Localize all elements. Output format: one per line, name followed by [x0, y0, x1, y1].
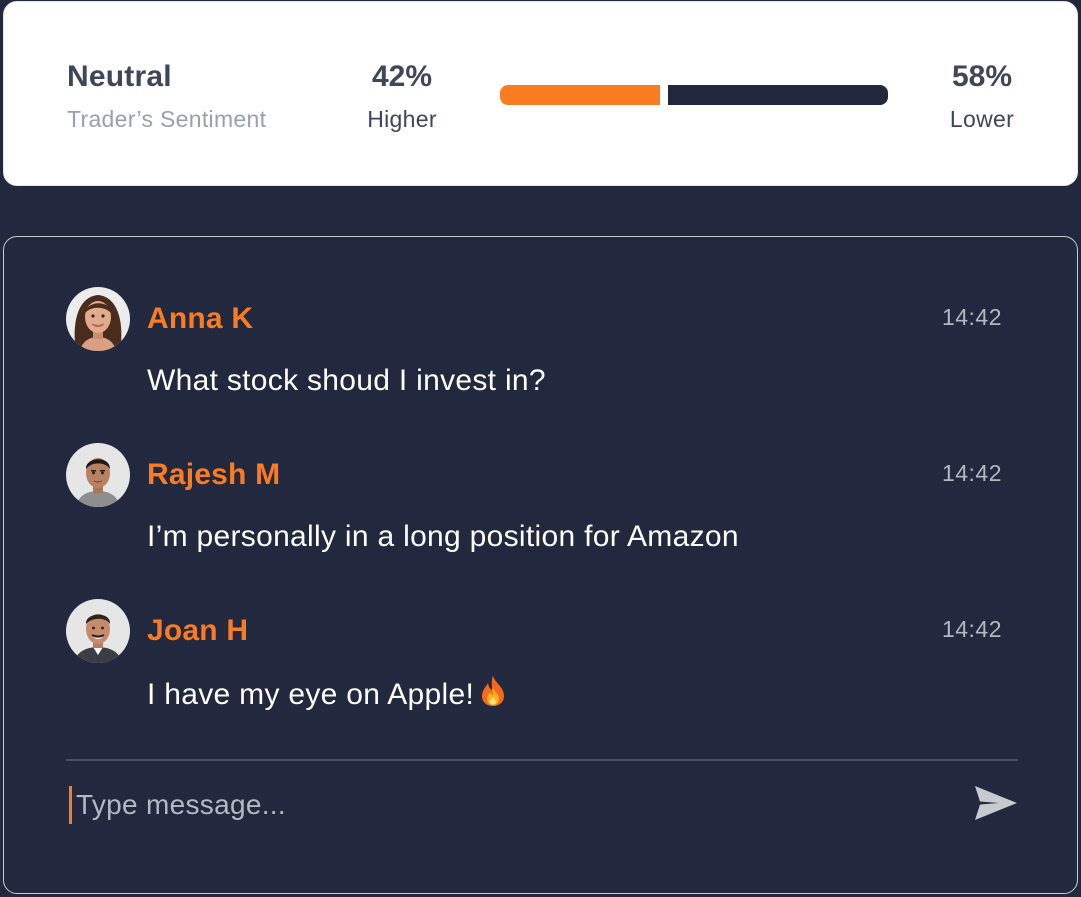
woman-avatar[interactable]	[66, 287, 130, 351]
higher-percentage-label: Higher	[367, 106, 437, 132]
message-time: 14:42	[941, 304, 1002, 330]
message-text-content: I’m personally in a long position for Am…	[147, 520, 739, 553]
sentiment-bar	[500, 85, 888, 105]
sentiment-bar-higher-fill	[500, 85, 660, 105]
message-composer	[66, 777, 1018, 837]
message-author: Joan H	[147, 614, 249, 647]
higher-percentage-group: 42% Higher	[342, 60, 462, 132]
send-button[interactable]	[972, 782, 1020, 826]
message-time: 14:42	[941, 616, 1002, 642]
message-text: I’m personally in a long position for Am…	[147, 519, 739, 555]
message-text: I have my eye on Apple!	[147, 675, 506, 716]
message-text-content: I have my eye on Apple!	[147, 678, 475, 711]
sentiment-card: Neutral Trader’s Sentiment 42% Higher 58…	[3, 1, 1078, 186]
chat-message: Anna K 14:42 What stock shoud I invest i…	[66, 287, 1002, 417]
man-avatar[interactable]	[66, 443, 130, 507]
message-time: 14:42	[941, 460, 1002, 486]
sentiment-label-group: Neutral Trader’s Sentiment	[67, 60, 266, 132]
message-author: Rajesh M	[147, 458, 281, 491]
chat-panel: Anna K 14:42 What stock shoud I invest i…	[3, 236, 1078, 894]
sentiment-title: Neutral	[67, 60, 172, 93]
man-avatar[interactable]	[66, 599, 130, 663]
higher-percentage-value: 42%	[371, 60, 433, 93]
lower-percentage-group: 58% Lower	[922, 60, 1042, 132]
send-icon	[973, 785, 1019, 826]
sentiment-subtitle: Trader’s Sentiment	[67, 106, 267, 132]
chat-message: Rajesh M 14:42 I’m personally in a long …	[66, 443, 1002, 573]
composer-divider	[66, 759, 1018, 761]
message-text: What stock shoud I invest in?	[147, 363, 546, 399]
fire-icon	[480, 675, 506, 716]
chat-message: Joan H 14:42 I have my eye on Apple!	[66, 599, 1002, 729]
sentiment-bar-lower-fill	[668, 85, 888, 105]
text-caret	[69, 786, 72, 824]
lower-percentage-label: Lower	[949, 106, 1015, 132]
message-author: Anna K	[147, 302, 254, 335]
lower-percentage-value: 58%	[951, 60, 1013, 93]
message-text-content: What stock shoud I invest in?	[147, 364, 546, 397]
message-input[interactable]	[76, 783, 936, 827]
